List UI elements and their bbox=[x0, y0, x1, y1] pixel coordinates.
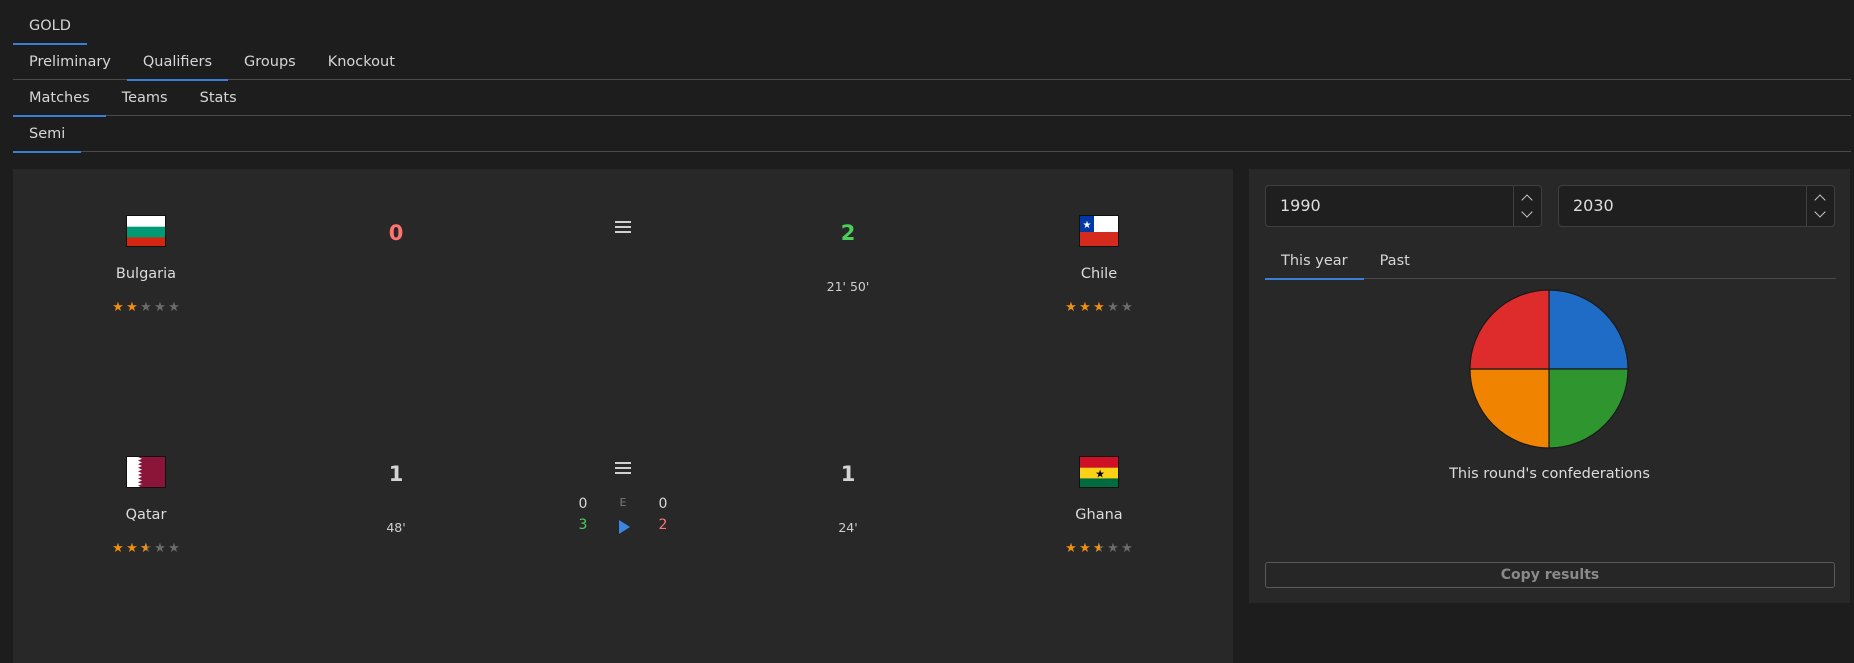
top-tabbar: GOLD bbox=[13, 8, 1851, 45]
home-team-name: Qatar bbox=[125, 507, 167, 523]
home-team-rating: ★★★★★ bbox=[66, 541, 226, 556]
year-to-value[interactable]: 2030 bbox=[1573, 186, 1614, 226]
star-icon: ★ bbox=[168, 541, 180, 556]
chevron-up-icon[interactable] bbox=[1814, 194, 1826, 206]
pie-slice-0 bbox=[1548, 289, 1629, 370]
chevron-down-icon[interactable] bbox=[1814, 206, 1826, 218]
star-icon: ★ bbox=[1121, 300, 1133, 315]
star-icon: ★ bbox=[168, 300, 180, 315]
stats-panel: 1990 2030 This year Past This round's co… bbox=[1249, 169, 1850, 603]
stage-tabbar: Preliminary Qualifiers Groups Knockout bbox=[13, 44, 1851, 81]
tab-knockout[interactable]: Knockout bbox=[312, 44, 411, 80]
pie-slice-2 bbox=[1469, 368, 1550, 449]
tab-this-year[interactable]: This year bbox=[1265, 243, 1364, 280]
confederations-pie-chart bbox=[1469, 289, 1629, 449]
star-icon: ★ bbox=[126, 541, 138, 556]
year-from-value[interactable]: 1990 bbox=[1280, 186, 1321, 226]
tab-qualifiers[interactable]: Qualifiers bbox=[126, 44, 229, 81]
star-icon: ★ bbox=[126, 300, 138, 315]
star-icon: ★ bbox=[112, 541, 124, 556]
home-team-rating: ★★★★★ bbox=[66, 300, 226, 315]
tab-teams[interactable]: Teams bbox=[106, 80, 184, 116]
round-tabbar: Semi bbox=[13, 116, 1851, 153]
year-to-spinbox[interactable]: 2030 bbox=[1558, 185, 1835, 227]
star-icon: ★ bbox=[154, 300, 166, 315]
away-team-rating: ★★★★★ bbox=[1019, 300, 1179, 315]
copy-results-button[interactable]: Copy results bbox=[1265, 562, 1835, 588]
star-icon: ★ bbox=[1107, 541, 1119, 556]
away-team-name: Chile bbox=[1080, 266, 1118, 282]
view-tabbar: Matches Teams Stats bbox=[13, 80, 1851, 117]
home-score: 1 bbox=[388, 462, 404, 486]
chevron-down-icon[interactable] bbox=[1521, 206, 1533, 218]
home-score: 0 bbox=[388, 221, 404, 245]
star-icon: ★ bbox=[1079, 541, 1091, 556]
year-from-spinbox[interactable]: 1990 bbox=[1265, 185, 1542, 227]
home-penalty-score: 3 bbox=[578, 517, 588, 533]
tab-stats[interactable]: Stats bbox=[184, 80, 253, 116]
star-icon: ★ bbox=[1092, 541, 1106, 556]
away-extra-time-score: 0 bbox=[658, 496, 668, 512]
away-penalty-score: 2 bbox=[658, 517, 668, 533]
chile-flag: ★ bbox=[1079, 215, 1119, 247]
star-icon: ★ bbox=[1079, 300, 1091, 315]
pie-slice-3 bbox=[1469, 289, 1550, 370]
tab-preliminary[interactable]: Preliminary bbox=[13, 44, 127, 80]
qatar-flag bbox=[126, 456, 166, 488]
match-menu-icon[interactable] bbox=[613, 219, 633, 235]
matches-panel: Bulgaria ★ ★ ★ ★ ★ 0 2 21' 50' ★ Chile ★ ★ ★ ★ ★ bbox=[13, 169, 1233, 663]
pie-chart-caption: This round's confederations bbox=[1449, 466, 1650, 482]
ghana-flag: ★ bbox=[1079, 456, 1119, 488]
star-icon: ★ bbox=[1065, 300, 1077, 315]
home-extra-time-score: 0 bbox=[578, 496, 588, 512]
tab-semi[interactable]: Semi bbox=[13, 116, 82, 153]
away-goal-times: 21' 50' bbox=[826, 279, 870, 294]
star-icon: ★ bbox=[1093, 300, 1105, 315]
tab-gold[interactable]: GOLD bbox=[13, 8, 87, 45]
extra-time-label: E bbox=[619, 496, 627, 509]
away-score: 2 bbox=[840, 221, 856, 245]
star-icon: ★ bbox=[1065, 541, 1077, 556]
pie-slice-1 bbox=[1548, 368, 1629, 449]
star-icon: ★ bbox=[154, 541, 166, 556]
tab-groups[interactable]: Groups bbox=[228, 44, 312, 80]
away-goal-times: 24' bbox=[838, 520, 858, 535]
away-score: 1 bbox=[840, 462, 856, 486]
star-icon: ★ bbox=[1107, 300, 1119, 315]
tab-past[interactable]: Past bbox=[1364, 243, 1426, 279]
tab-matches[interactable]: Matches bbox=[13, 80, 106, 117]
match-menu-icon[interactable] bbox=[613, 460, 633, 476]
stats-tabbar: This year Past bbox=[1265, 243, 1836, 280]
star-icon: ★ bbox=[139, 541, 153, 556]
match-card: Qatar ★★★★★ 1 48' 0 E 0 3 2 1 24' ★ Ghan… bbox=[13, 410, 1233, 610]
away-team-rating: ★★★★★ bbox=[1019, 541, 1179, 556]
play-icon[interactable] bbox=[619, 520, 630, 534]
match-card: Bulgaria ★ ★ ★ ★ ★ 0 2 21' 50' ★ Chile ★ ★ ★ ★ ★ bbox=[13, 169, 1233, 369]
star-icon: ★ bbox=[140, 300, 152, 315]
home-goal-times: 48' bbox=[386, 520, 406, 535]
year-from-stepper bbox=[1513, 186, 1541, 226]
star-icon: ★ bbox=[112, 300, 124, 315]
svg-text:★: ★ bbox=[1083, 220, 1092, 231]
year-to-stepper bbox=[1806, 186, 1834, 226]
chevron-up-icon[interactable] bbox=[1521, 194, 1533, 206]
home-team-name: Bulgaria bbox=[115, 266, 177, 282]
away-team-name: Ghana bbox=[1075, 507, 1123, 523]
svg-text:★: ★ bbox=[1095, 468, 1105, 481]
bulgaria-flag bbox=[126, 215, 166, 247]
star-icon: ★ bbox=[1121, 541, 1133, 556]
